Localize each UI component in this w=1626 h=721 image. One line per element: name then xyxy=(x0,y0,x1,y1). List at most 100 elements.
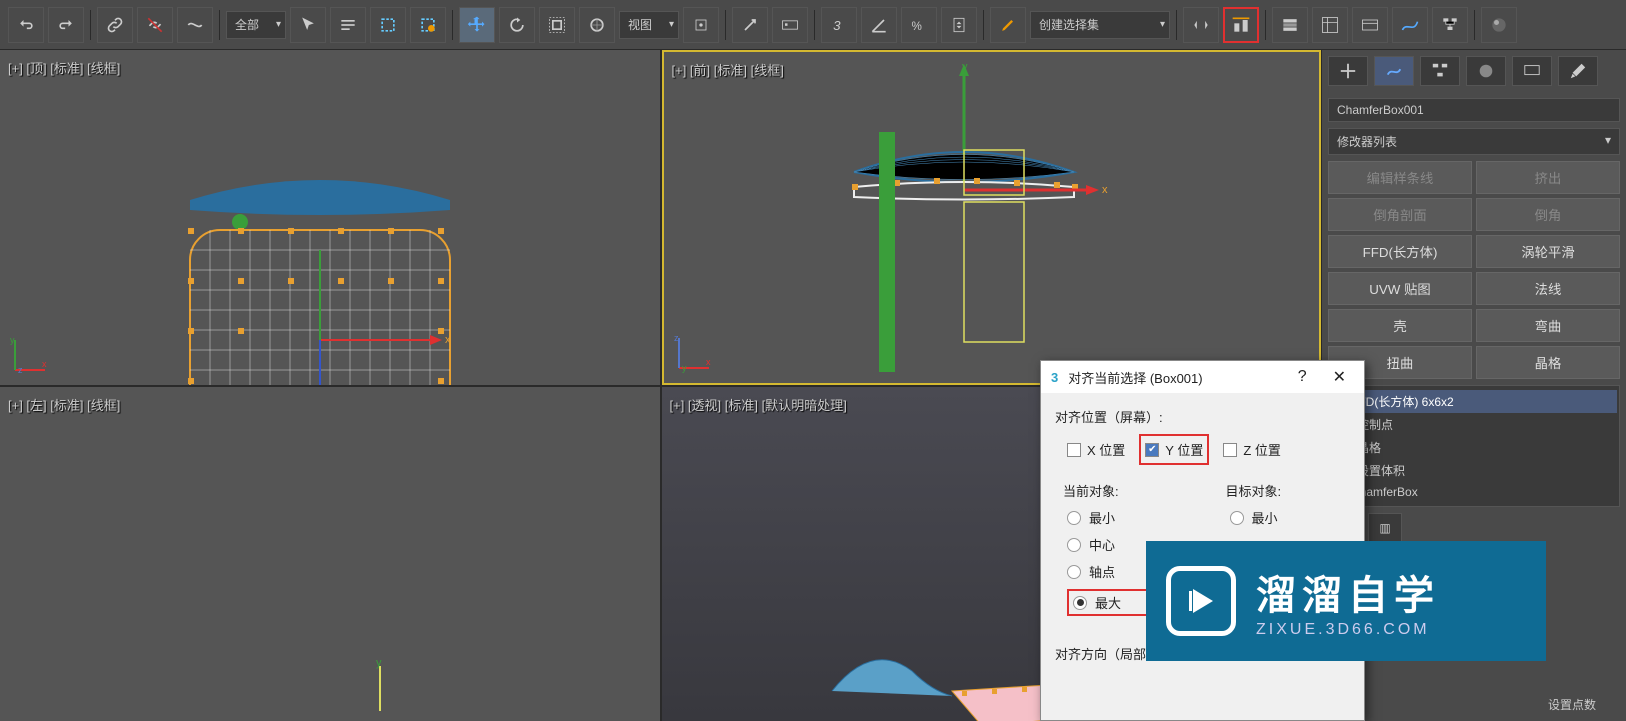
placement-button[interactable] xyxy=(579,7,615,43)
named-set-label: 创建选择集 xyxy=(1039,16,1099,33)
svg-text:y: y xyxy=(376,657,382,669)
angle-snap-button[interactable] xyxy=(861,7,897,43)
object-name-text: ChamferBox001 xyxy=(1337,103,1424,117)
modifier-list-label: 修改器列表 xyxy=(1337,133,1397,150)
modifier-list-dropdown[interactable]: 修改器列表▾ xyxy=(1328,128,1620,155)
svg-text:x: x xyxy=(42,359,47,369)
utilities-tab[interactable] xyxy=(1558,56,1598,86)
schematic-view-button[interactable] xyxy=(1432,7,1468,43)
top-scene-graphic: x xyxy=(170,160,470,385)
mod-btn-turbosmooth[interactable]: 涡轮平滑 xyxy=(1476,235,1620,268)
rotate-button[interactable] xyxy=(499,7,535,43)
bind-spacewarp-button[interactable] xyxy=(177,7,213,43)
axis-gizmo-icon: y x z xyxy=(10,335,50,375)
align-button[interactable] xyxy=(1223,7,1259,43)
link-button[interactable] xyxy=(97,7,133,43)
mod-btn-extrude[interactable]: 挤出 xyxy=(1476,161,1620,194)
svg-text:x: x xyxy=(706,357,711,367)
viewport-left[interactable]: [+] [左] [标准] [线框] y xyxy=(0,387,660,721)
main-toolbar: 全部 视图 3 % 创建选择集 xyxy=(0,0,1626,50)
svg-text:z: z xyxy=(674,333,679,343)
stack-item-base[interactable]: ChamferBox xyxy=(1331,482,1617,502)
unlink-button[interactable] xyxy=(137,7,173,43)
mod-btn-bevel[interactable]: 倒角 xyxy=(1476,198,1620,231)
viewport-top-label: [+] [顶] [标准] [线框] xyxy=(8,58,120,77)
selection-filter-dropdown[interactable]: 全部 xyxy=(226,11,286,39)
current-min-radio[interactable]: 最小 xyxy=(1067,508,1188,527)
target-min-radio[interactable]: 最小 xyxy=(1230,508,1351,527)
redo-button[interactable] xyxy=(48,7,84,43)
select-object-button[interactable] xyxy=(290,7,326,43)
display-tab[interactable] xyxy=(1512,56,1552,86)
viewport-front-label: [+] [前] [标准] [线框] xyxy=(672,60,784,79)
svg-text:x: x xyxy=(1102,184,1108,196)
stack-sub-setvolume[interactable]: 设置体积 xyxy=(1331,459,1617,482)
target-object-label: 目标对象: xyxy=(1218,481,1351,500)
keyboard-shortcut-button[interactable] xyxy=(772,7,808,43)
watermark-title: 溜溜自学 xyxy=(1256,563,1440,621)
stack-sub-lattice[interactable]: 晶格 xyxy=(1331,436,1617,459)
z-position-checkbox[interactable]: Z 位置 xyxy=(1223,434,1281,465)
watermark-overlay: 溜溜自学 ZIXUE.3D66.COM xyxy=(1146,541,1546,661)
axis-gizmo-icon: z x y xyxy=(674,333,714,373)
move-button[interactable] xyxy=(459,7,495,43)
ref-coord-dropdown[interactable]: 视图 xyxy=(619,11,679,39)
svg-text:z: z xyxy=(18,365,23,375)
ref-coord-label: 视图 xyxy=(628,16,652,33)
svg-text:y: y xyxy=(962,62,968,73)
x-position-checkbox[interactable]: X 位置 xyxy=(1067,434,1125,465)
snap-toggle-button[interactable]: 3 xyxy=(821,7,857,43)
modifier-button-grid: 编辑样条线 挤出 倒角剖面 倒角 FFD(长方体) 涡轮平滑 UVW 贴图 法线… xyxy=(1328,161,1620,379)
curve-editor-button[interactable] xyxy=(1392,7,1428,43)
modify-tab[interactable] xyxy=(1374,56,1414,86)
object-name-field[interactable]: ChamferBox001 xyxy=(1328,98,1620,122)
y-position-checkbox[interactable]: ✔Y 位置 xyxy=(1139,434,1209,465)
ribbon-button[interactable] xyxy=(1352,7,1388,43)
dialog-app-icon: 3 xyxy=(1051,370,1058,385)
stack-sub-control-points[interactable]: 控制点 xyxy=(1331,413,1617,436)
hierarchy-tab[interactable] xyxy=(1420,56,1460,86)
mod-btn-lattice[interactable]: 晶格 xyxy=(1476,346,1620,379)
manipulate-button[interactable] xyxy=(732,7,768,43)
scale-button[interactable] xyxy=(539,7,575,43)
mod-btn-uvwmap[interactable]: UVW 贴图 xyxy=(1328,272,1472,305)
mod-btn-shell[interactable]: 壳 xyxy=(1328,309,1472,342)
modifier-stack[interactable]: ▾FFD(长方体) 6x6x2 控制点 晶格 设置体积 ChamferBox xyxy=(1328,385,1620,507)
rect-select-button[interactable] xyxy=(370,7,406,43)
stack-item-ffd[interactable]: ▾FFD(长方体) 6x6x2 xyxy=(1331,390,1617,413)
percent-snap-button[interactable]: % xyxy=(901,7,937,43)
select-by-name-button[interactable] xyxy=(330,7,366,43)
axis-gizmo-icon: y xyxy=(330,656,430,716)
show-end-result-button[interactable]: ▥ xyxy=(1368,513,1402,543)
motion-tab[interactable] xyxy=(1466,56,1506,86)
footer-label: 设置点数 xyxy=(1548,696,1596,713)
window-crossing-button[interactable] xyxy=(410,7,446,43)
mirror-button[interactable] xyxy=(1183,7,1219,43)
svg-text:3: 3 xyxy=(833,18,841,33)
mod-btn-editspline[interactable]: 编辑样条线 xyxy=(1328,161,1472,194)
spinner-snap-button[interactable] xyxy=(941,7,977,43)
layer-explorer-button[interactable] xyxy=(1272,7,1308,43)
viewport-left-label: [+] [左] [标准] [线框] xyxy=(8,395,120,414)
dialog-close-button[interactable]: ✕ xyxy=(1325,365,1354,389)
mod-btn-ffdbox[interactable]: FFD(长方体) xyxy=(1328,235,1472,268)
scene-explorer-button[interactable] xyxy=(1312,7,1348,43)
viewport-front[interactable]: [+] [前] [标准] [线框] y x xyxy=(662,50,1322,385)
named-selection-dropdown[interactable]: 创建选择集 xyxy=(1030,11,1170,39)
material-editor-button[interactable] xyxy=(1481,7,1517,43)
svg-text:%: % xyxy=(912,20,922,33)
pivot-button[interactable] xyxy=(683,7,719,43)
selection-filter-label: 全部 xyxy=(235,16,259,33)
mod-btn-normal[interactable]: 法线 xyxy=(1476,272,1620,305)
mod-btn-bend[interactable]: 弯曲 xyxy=(1476,309,1620,342)
front-scene-graphic: y x xyxy=(844,62,1204,382)
viewport-top[interactable]: [+] [顶] [标准] [线框] xyxy=(0,50,660,385)
edit-set-button[interactable] xyxy=(990,7,1026,43)
svg-text:y: y xyxy=(10,335,15,345)
watermark-url: ZIXUE.3D66.COM xyxy=(1256,621,1440,639)
create-tab[interactable] xyxy=(1328,56,1368,86)
dialog-help-button[interactable]: ? xyxy=(1290,366,1315,388)
mod-btn-bevelprofile[interactable]: 倒角剖面 xyxy=(1328,198,1472,231)
undo-button[interactable] xyxy=(8,7,44,43)
svg-text:y: y xyxy=(682,363,687,373)
